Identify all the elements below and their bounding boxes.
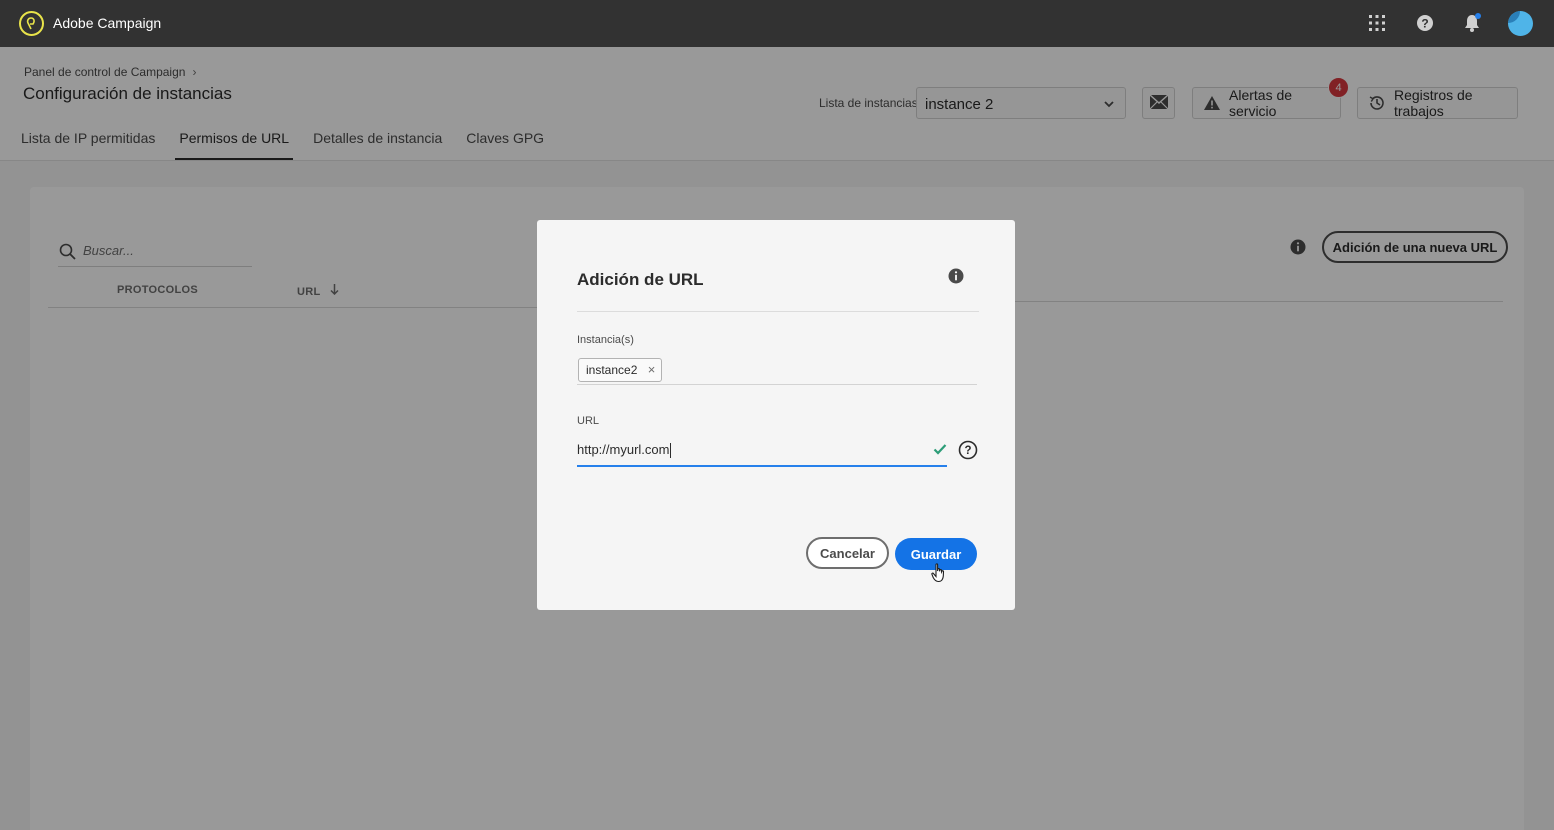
bell-icon[interactable]: [1461, 12, 1483, 34]
dialog-title: Adición de URL: [577, 270, 704, 289]
url-input[interactable]: http://myurl.com: [577, 438, 947, 467]
instances-tag-field[interactable]: instance2 ×: [577, 358, 977, 385]
adobe-campaign-logo[interactable]: [19, 11, 44, 36]
question-circle-icon[interactable]: ?: [958, 440, 978, 465]
instances-field-label: Instancia(s): [577, 334, 634, 346]
info-icon[interactable]: [948, 268, 964, 289]
help-icon[interactable]: ?: [1414, 12, 1436, 34]
cancel-button[interactable]: Cancelar: [806, 537, 889, 569]
add-url-dialog: Adición de URL Instancia(s) instance2 × …: [537, 220, 1015, 610]
instance-tag-label: instance2: [586, 363, 638, 377]
url-input-value: http://myurl.com: [577, 442, 670, 457]
user-avatar[interactable]: [1508, 11, 1533, 36]
app-title: Adobe Campaign: [53, 15, 162, 31]
text-cursor: [670, 443, 672, 459]
instance-tag: instance2 ×: [578, 358, 663, 382]
hand-pointer-icon: [931, 563, 947, 588]
svg-text:?: ?: [1421, 17, 1428, 31]
close-icon[interactable]: ×: [648, 359, 656, 381]
svg-text:?: ?: [964, 445, 971, 457]
dialog-divider: [577, 311, 979, 312]
check-icon: [933, 442, 947, 460]
apps-grid-icon[interactable]: [1366, 12, 1388, 34]
url-field-label: URL: [577, 415, 600, 427]
top-bar: Adobe Campaign ?: [0, 0, 1554, 47]
